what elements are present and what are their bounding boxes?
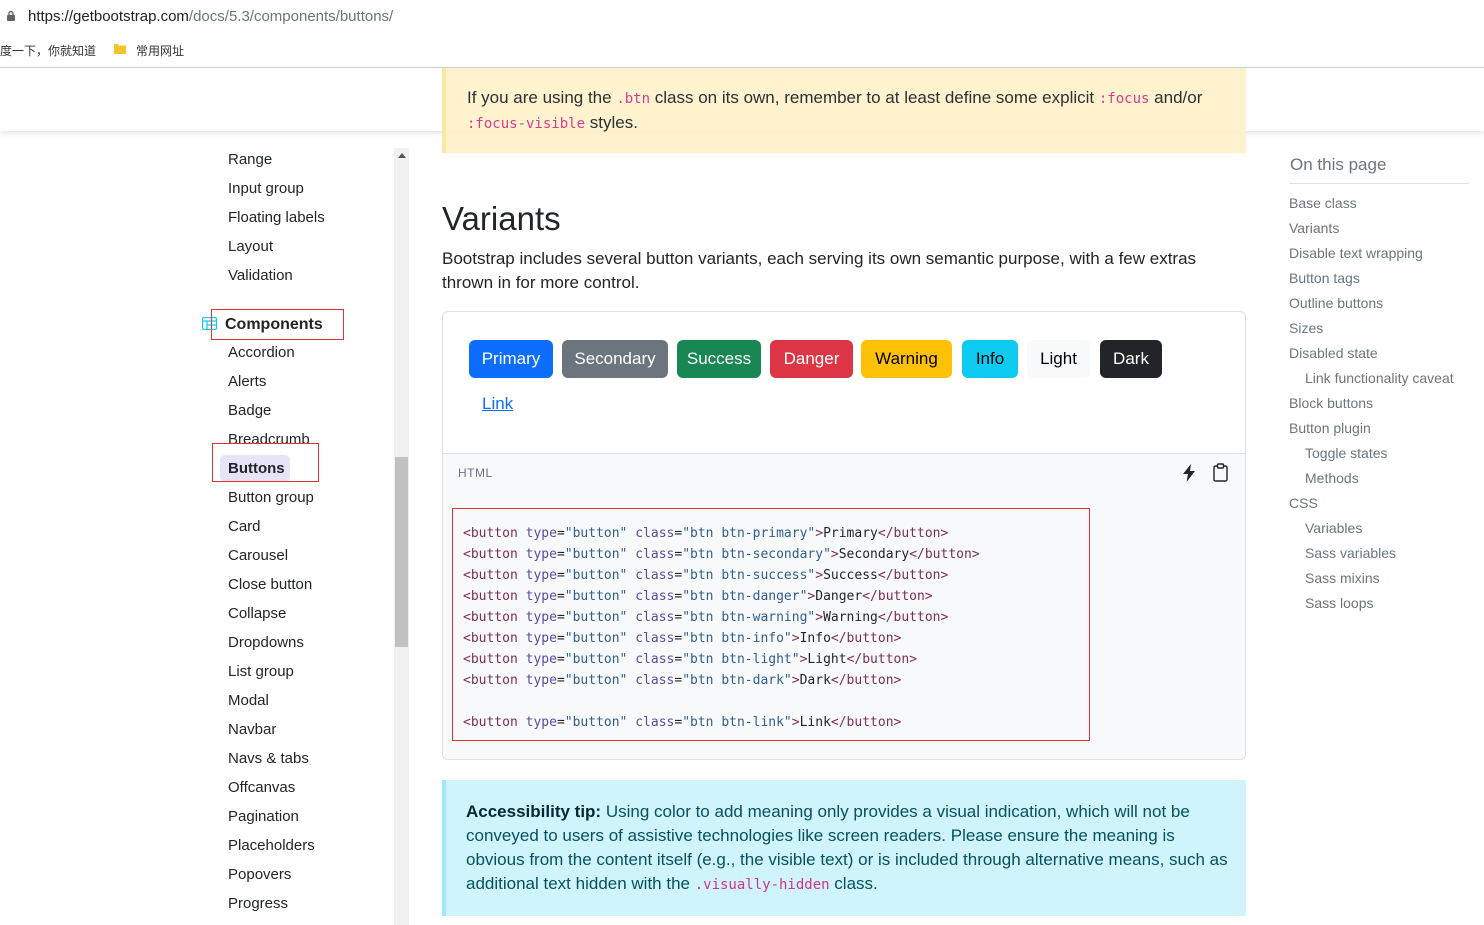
- bookmark-common-sites[interactable]: 常用网址: [136, 42, 184, 59]
- sidebar-item-pagination[interactable]: Pagination: [228, 808, 299, 825]
- toc-divider: [1289, 183, 1469, 184]
- toc-link-variables[interactable]: Variables: [1305, 520, 1362, 536]
- sidebar-item-badge[interactable]: Badge: [228, 402, 271, 419]
- accessibility-tip-callout: Accessibility tip: Using color to add me…: [442, 780, 1246, 916]
- toc-link-sass-variables[interactable]: Sass variables: [1305, 545, 1396, 561]
- url-path: /docs/5.3/components/buttons/: [188, 8, 394, 25]
- code-language-label: HTML: [458, 466, 493, 480]
- focus-warning-callout: If you are using the .btn class on its o…: [442, 68, 1246, 153]
- sidebar-item-carousel[interactable]: Carousel: [228, 547, 288, 564]
- sidebar-item-collapse[interactable]: Collapse: [228, 605, 286, 622]
- lightning-bolt-icon[interactable]: [1182, 464, 1196, 482]
- sidebar-item-card[interactable]: Card: [228, 518, 261, 535]
- link-button[interactable]: Link: [482, 394, 513, 414]
- toc-link-sass-mixins[interactable]: Sass mixins: [1305, 570, 1380, 586]
- address-bar[interactable]: https://getbootstrap.com/docs/5.3/compon…: [0, 0, 1484, 34]
- toc-link-sizes[interactable]: Sizes: [1289, 320, 1323, 336]
- light-button[interactable]: Light: [1027, 340, 1090, 378]
- dark-button[interactable]: Dark: [1100, 340, 1162, 378]
- focus-warning-text: If you are using the .btn class on its o…: [467, 88, 1203, 132]
- sidebar-item-range[interactable]: Range: [228, 151, 272, 168]
- toc-link-toggle-states[interactable]: Toggle states: [1305, 445, 1388, 461]
- secondary-button[interactable]: Secondary: [562, 340, 668, 378]
- sidebar-item-placeholders[interactable]: Placeholders: [228, 837, 315, 854]
- section-title-variants: Variants: [442, 200, 561, 237]
- warning-button[interactable]: Warning: [861, 340, 952, 378]
- sidebar-item-validation[interactable]: Validation: [228, 267, 293, 284]
- sidebar-item-layout[interactable]: Layout: [228, 238, 273, 255]
- toc-link-disabled-state[interactable]: Disabled state: [1289, 345, 1378, 361]
- toc-link-button-plugin[interactable]: Button plugin: [1289, 420, 1371, 436]
- url-text[interactable]: https://getbootstrap.com/docs/5.3/compon…: [28, 8, 393, 25]
- toc-link-outline-buttons[interactable]: Outline buttons: [1289, 295, 1383, 311]
- sidebar-item-navs-tabs[interactable]: Navs & tabs: [228, 750, 309, 767]
- scroll-up-arrow-icon[interactable]: [398, 153, 406, 158]
- bookmark-baidu[interactable]: 度一下，你就知道: [0, 42, 96, 59]
- danger-button[interactable]: Danger: [770, 340, 853, 378]
- success-button[interactable]: Success: [677, 340, 761, 378]
- clipboard-icon[interactable]: [1212, 463, 1229, 482]
- toc-link-base-class[interactable]: Base class: [1289, 195, 1357, 211]
- accessibility-tip-label: Accessibility tip:: [466, 802, 602, 821]
- sidebar-item-alerts[interactable]: Alerts: [228, 373, 266, 390]
- url-host: https://getbootstrap.com: [28, 8, 189, 25]
- toc-link-sass-loops[interactable]: Sass loops: [1305, 595, 1373, 611]
- bookmarks-bar: 度一下，你就知道 常用网址: [0, 34, 1484, 68]
- sidebar-item-input-group[interactable]: Input group: [228, 180, 304, 197]
- toc-link-block-buttons[interactable]: Block buttons: [1289, 395, 1373, 411]
- toc-link-link-functionality-caveat[interactable]: Link functionality caveat: [1305, 370, 1454, 386]
- toc-link-variants[interactable]: Variants: [1289, 220, 1339, 236]
- highlight-box-components: [211, 309, 344, 340]
- sidebar-item-dropdowns[interactable]: Dropdowns: [228, 634, 304, 651]
- highlight-box-code: [452, 508, 1090, 741]
- sidebar-item-close-button[interactable]: Close button: [228, 576, 312, 593]
- sidebar-item-button-group[interactable]: Button group: [228, 489, 314, 506]
- section-description: Bootstrap includes several button varian…: [442, 249, 1197, 292]
- toc-title: On this page: [1290, 155, 1387, 174]
- sidebar-item-accordion[interactable]: Accordion: [228, 344, 295, 361]
- sidebar-item-floating-labels[interactable]: Floating labels: [228, 209, 325, 226]
- lock-icon: [7, 10, 15, 21]
- sidebar-item-modal[interactable]: Modal: [228, 692, 269, 709]
- toc-link-css[interactable]: CSS: [1289, 495, 1318, 511]
- toc-link-disable-text-wrapping[interactable]: Disable text wrapping: [1289, 245, 1423, 261]
- sidebar-item-popovers[interactable]: Popovers: [228, 866, 291, 883]
- sidebar-item-offcanvas[interactable]: Offcanvas: [228, 779, 295, 796]
- highlight-box-buttons: [212, 443, 319, 482]
- accessibility-tip-text: Accessibility tip: Using color to add me…: [466, 802, 1228, 893]
- sidebar-item-progress[interactable]: Progress: [228, 895, 288, 912]
- sidebar-item-navbar[interactable]: Navbar: [228, 721, 276, 738]
- folder-icon: [114, 44, 126, 54]
- sidebar-item-list-group[interactable]: List group: [228, 663, 294, 680]
- toc-link-methods[interactable]: Methods: [1305, 470, 1359, 486]
- sidebar-scrollbar-thumb[interactable]: [395, 457, 408, 647]
- info-button[interactable]: Info: [962, 340, 1018, 378]
- primary-button[interactable]: Primary: [469, 340, 553, 378]
- toc-link-button-tags[interactable]: Button tags: [1289, 270, 1360, 286]
- code-snippet-header: [443, 453, 1245, 496]
